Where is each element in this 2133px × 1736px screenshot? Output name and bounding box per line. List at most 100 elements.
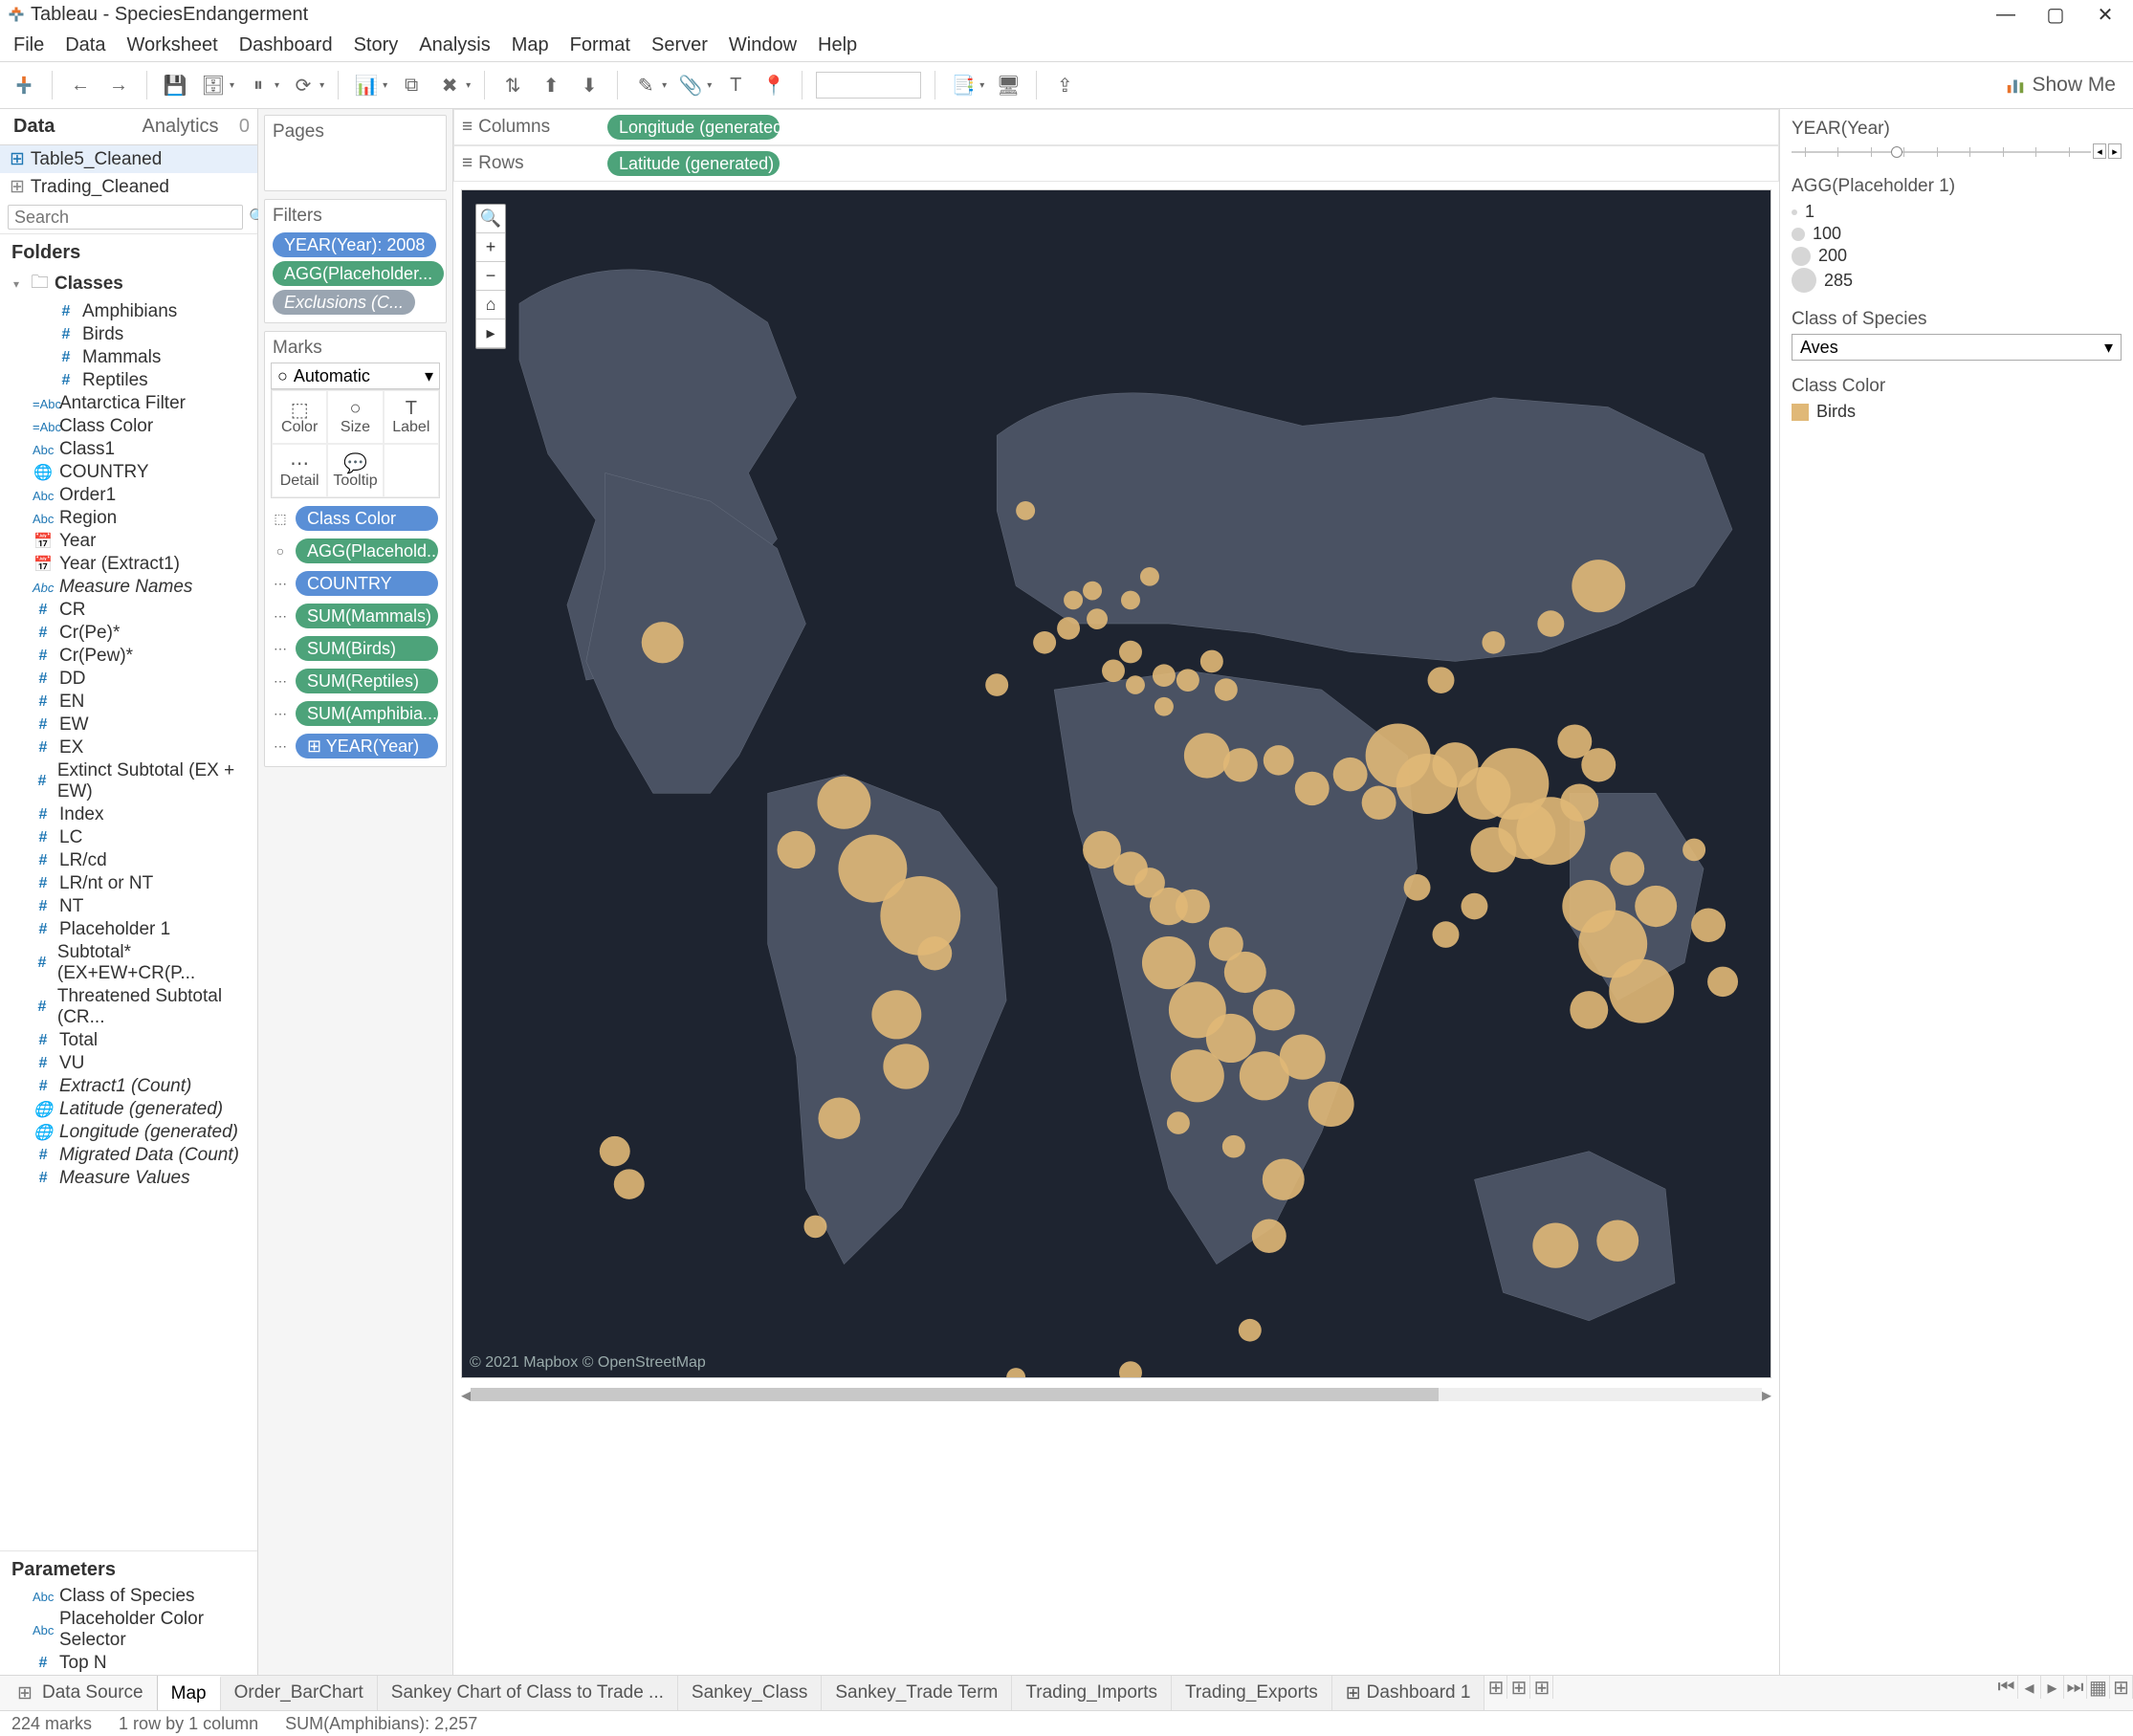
map-bubble[interactable]	[1570, 991, 1608, 1028]
map-home-button[interactable]: ⌂	[476, 291, 505, 319]
map-bubble[interactable]	[1167, 1111, 1190, 1134]
mark-size-button[interactable]: ○Size	[327, 390, 383, 444]
folder-classes[interactable]: ▾🗀Classes	[0, 268, 257, 300]
field-item[interactable]: #LR/nt or NT	[0, 872, 257, 895]
rows-shelf[interactable]: ≡Rows Latitude (generated)	[453, 145, 1779, 182]
fit-selector[interactable]	[816, 72, 921, 99]
datasource-table5[interactable]: ⊞Table5_Cleaned	[0, 145, 257, 173]
map-bubble[interactable]	[803, 1216, 826, 1239]
mark-pill[interactable]: SUM(Reptiles)	[296, 669, 438, 693]
map-bubble[interactable]	[1064, 591, 1083, 610]
field-item[interactable]: 🌐Latitude (generated)	[0, 1098, 257, 1121]
year-next-button[interactable]: ▸	[2108, 143, 2122, 159]
map-bubble[interactable]	[1532, 1222, 1578, 1267]
pin-button[interactable]: 📍	[759, 71, 788, 99]
save-button[interactable]: 💾	[161, 71, 189, 99]
field-item[interactable]: 🌐COUNTRY	[0, 461, 257, 484]
search-input[interactable]	[8, 205, 243, 230]
map-bubble[interactable]	[1560, 784, 1598, 822]
new-worksheet-button[interactable]: ⊞	[1484, 1676, 1507, 1699]
map-bubble[interactable]	[1200, 650, 1223, 673]
map-bubble[interactable]	[1263, 1158, 1305, 1199]
map-bubble[interactable]	[1428, 667, 1455, 693]
field-item[interactable]: #EN	[0, 691, 257, 714]
mark-pill[interactable]: SUM(Amphibia...	[296, 701, 438, 726]
map-bubble[interactable]	[1264, 745, 1294, 776]
map-bubble[interactable]	[1240, 1051, 1289, 1100]
map-bubble[interactable]	[1461, 893, 1487, 920]
columns-pill[interactable]: Longitude (generated)	[607, 115, 780, 140]
first-tab-button[interactable]: ⏮	[1995, 1676, 2018, 1699]
map-bubble[interactable]	[1126, 675, 1145, 694]
map-bubble[interactable]	[1308, 1082, 1354, 1127]
map-bubble[interactable]	[1610, 851, 1644, 885]
map-bubble[interactable]	[1707, 967, 1738, 998]
field-item[interactable]: #CR	[0, 599, 257, 622]
new-dashboard-button[interactable]: ⊞	[1507, 1676, 1530, 1699]
map-bubble[interactable]	[1333, 758, 1368, 791]
menu-server[interactable]: Server	[651, 34, 708, 56]
field-item[interactable]: #Threatened Subtotal (CR...	[0, 985, 257, 1029]
field-item[interactable]: #Index	[0, 803, 257, 826]
map-bubble[interactable]	[1557, 724, 1592, 758]
menu-worksheet[interactable]: Worksheet	[126, 34, 217, 56]
field-item[interactable]: AbcOrder1	[0, 484, 257, 507]
filter-pill[interactable]: Exclusions (C...	[273, 290, 415, 315]
field-item[interactable]: #LC	[0, 826, 257, 849]
menu-help[interactable]: Help	[818, 34, 857, 56]
sheet-tab[interactable]: Trading_Imports	[1012, 1676, 1172, 1710]
map-bubble[interactable]	[1153, 664, 1176, 687]
filter-pill[interactable]: YEAR(Year): 2008	[273, 232, 436, 257]
columns-shelf[interactable]: ≡Columns Longitude (generated)	[453, 109, 1779, 145]
field-item[interactable]: #DD	[0, 668, 257, 691]
share-button[interactable]: ⇪	[1050, 71, 1079, 99]
param-item[interactable]: AbcPlaceholder Color Selector	[0, 1608, 257, 1652]
field-item[interactable]: #LR/cd	[0, 849, 257, 872]
new-sheet-button[interactable]: 📊▾	[352, 71, 387, 99]
map-bubble[interactable]	[1224, 952, 1266, 993]
tableau-logo-small-icon[interactable]	[10, 71, 38, 99]
menu-map[interactable]: Map	[512, 34, 549, 56]
map-bubble[interactable]	[600, 1136, 630, 1167]
field-amphibians[interactable]: #Amphibians	[0, 300, 257, 323]
sheet-tab[interactable]: ⊞Dashboard 1	[1332, 1676, 1485, 1710]
map-bubble[interactable]	[1184, 733, 1230, 778]
map-bubble[interactable]	[985, 673, 1008, 696]
map-bubble[interactable]	[1171, 1049, 1224, 1102]
mark-pill[interactable]: SUM(Birds)	[296, 636, 438, 661]
rows-pill[interactable]: Latitude (generated)	[607, 151, 780, 176]
filmstrip-button[interactable]: ▦	[2087, 1676, 2110, 1699]
last-tab-button[interactable]: ⏭	[2064, 1676, 2087, 1699]
field-item[interactable]: #Cr(Pe)*	[0, 622, 257, 645]
field-item[interactable]: AbcRegion	[0, 507, 257, 530]
year-slider[interactable]: ◂▸	[1792, 143, 2122, 161]
map-bubble[interactable]	[1033, 631, 1056, 654]
map-bubble[interactable]	[1140, 567, 1159, 586]
mark-detail-button[interactable]: ⋯Detail	[272, 444, 327, 497]
map-bubble[interactable]	[817, 777, 870, 829]
field-item[interactable]: #EW	[0, 714, 257, 736]
map-bubble[interactable]	[1016, 501, 1035, 520]
map-bubble[interactable]	[1176, 890, 1210, 923]
sheet-tab[interactable]: Sankey_Trade Term	[822, 1676, 1012, 1710]
next-tab-button[interactable]: ▸	[2041, 1676, 2064, 1699]
map-bubble[interactable]	[614, 1169, 645, 1199]
field-item[interactable]: #Cr(Pew)*	[0, 645, 257, 668]
pages-shelf[interactable]: Pages	[264, 115, 447, 191]
label-toggle-button[interactable]: T	[721, 71, 750, 99]
map-bubble[interactable]	[1404, 874, 1431, 901]
field-item[interactable]: AbcMeasure Names	[0, 576, 257, 599]
sheet-tab[interactable]: Sankey_Class	[678, 1676, 822, 1710]
map-bubble[interactable]	[1083, 582, 1102, 601]
map-bubble[interactable]	[778, 831, 816, 868]
minimize-button[interactable]: —	[1995, 4, 2016, 25]
color-legend-item[interactable]: Birds	[1792, 401, 2122, 423]
mark-pill[interactable]: SUM(Mammals)	[296, 604, 438, 628]
clear-button[interactable]: ✖▾	[435, 71, 471, 99]
highlight-button[interactable]: ✎▾	[631, 71, 667, 99]
map-bubble[interactable]	[1121, 591, 1140, 610]
map-bubble[interactable]	[871, 990, 921, 1039]
show-cards-button[interactable]: 📑▾	[949, 71, 984, 99]
map-bubble[interactable]	[818, 1097, 860, 1138]
field-birds[interactable]: #Birds	[0, 323, 257, 346]
